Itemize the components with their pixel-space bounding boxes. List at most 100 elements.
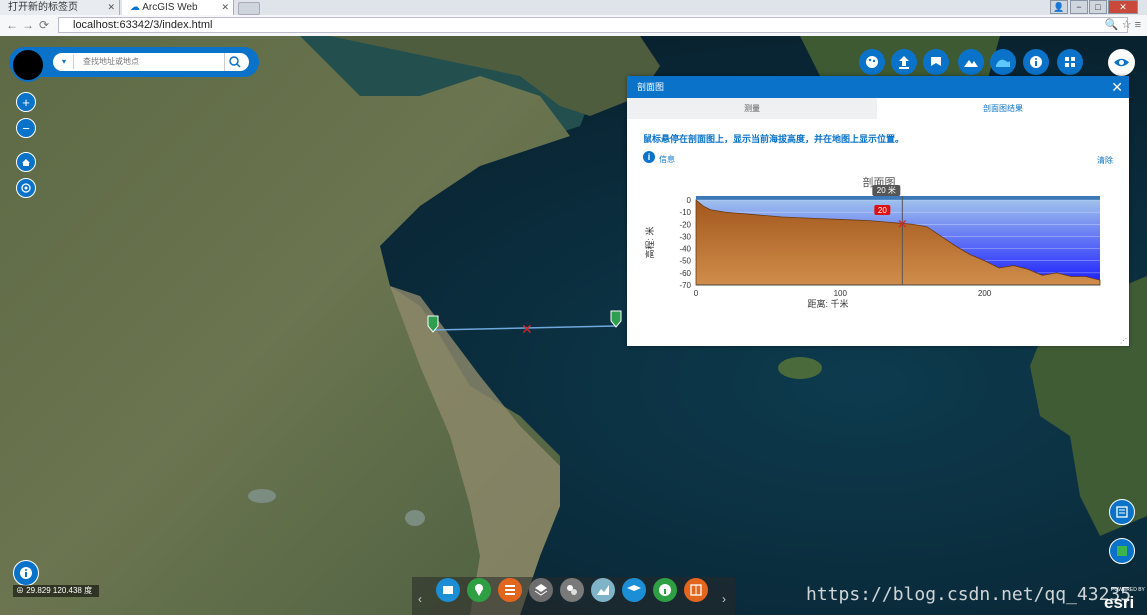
y-tick-label: -30 bbox=[679, 232, 691, 241]
tab-close-icon[interactable]: ✕ bbox=[221, 0, 229, 15]
window-maximize-icon[interactable]: □ bbox=[1089, 0, 1107, 14]
y-tick-label: 0 bbox=[687, 196, 692, 205]
dock-next-arrow-icon[interactable]: › bbox=[722, 592, 726, 606]
dock-info-button[interactable] bbox=[653, 578, 677, 602]
overview-map-button[interactable] bbox=[1109, 538, 1135, 564]
locate-icon bbox=[21, 183, 31, 193]
dock-layers-button[interactable] bbox=[529, 578, 553, 602]
grid-icon bbox=[1065, 57, 1075, 67]
info-link[interactable]: 信息 bbox=[659, 154, 675, 165]
chart-elevation-badge: 20 bbox=[874, 205, 891, 215]
home-button[interactable] bbox=[16, 152, 36, 172]
graduation-cap-icon bbox=[627, 585, 641, 591]
wave-icon bbox=[996, 59, 1010, 67]
chart-cursor-marker-icon: ✕ bbox=[897, 216, 908, 231]
url-input[interactable]: localhost:63342/3/index.html bbox=[58, 17, 1128, 33]
y-tick-label: -60 bbox=[679, 269, 691, 278]
forward-arrow-icon[interactable]: → bbox=[22, 18, 34, 32]
widget-grid-button[interactable] bbox=[1057, 49, 1083, 75]
elevation-profile-panel: 剖面图 ✕ 测量 剖面图结果 鼠标悬停在剖面图上，显示当前海拔高度，并在地图上显… bbox=[627, 76, 1129, 346]
window-close-icon[interactable]: ✕ bbox=[1108, 0, 1138, 14]
dock-location-button[interactable] bbox=[467, 578, 491, 602]
x-tick-label: 200 bbox=[978, 289, 992, 298]
cursor-distance-label: 20 米 bbox=[877, 185, 896, 195]
zoom-star-icons[interactable]: 🔍 ☆ ≡ bbox=[1105, 18, 1141, 31]
panel-close-icon[interactable]: ✕ bbox=[1111, 76, 1123, 98]
split-icon bbox=[690, 584, 702, 596]
chart-sea-level-band bbox=[696, 196, 1100, 200]
about-button[interactable] bbox=[1023, 49, 1049, 75]
tab-profile-result[interactable]: 剖面图结果 bbox=[877, 98, 1129, 119]
cube-icon bbox=[443, 586, 453, 594]
address-bar: ← → ⟳ localhost:63342/3/index.html 🔍 ☆ ≡ bbox=[0, 15, 1147, 37]
elevation-profile-button[interactable] bbox=[958, 49, 984, 75]
bookmark-button[interactable] bbox=[923, 49, 949, 75]
panel-title: 剖面图 bbox=[637, 82, 665, 92]
circles-icon bbox=[567, 585, 577, 595]
chart-x-ticks: 0 100 200 bbox=[694, 289, 992, 298]
y-tick-label: -50 bbox=[679, 257, 691, 266]
dock-education-button[interactable] bbox=[622, 578, 646, 602]
layers-icon bbox=[534, 584, 548, 596]
tab-label: 打开新的标签页 bbox=[8, 2, 78, 13]
y-tick-label: -70 bbox=[679, 281, 691, 290]
dock-list-button[interactable] bbox=[498, 578, 522, 602]
chart-cursor-tag: 20 米 bbox=[872, 185, 901, 196]
attribution-button[interactable] bbox=[13, 560, 39, 586]
search-source-dropdown-icon[interactable]: ▾ bbox=[57, 54, 71, 70]
locate-button[interactable] bbox=[16, 178, 36, 198]
zoom-out-button[interactable]: − bbox=[16, 118, 36, 138]
app-logo bbox=[11, 48, 45, 82]
new-tab-button[interactable] bbox=[238, 2, 260, 15]
info-icon bbox=[659, 584, 671, 596]
hint-text: 鼠标悬停在剖面图上，显示当前海拔高度，并在地图上显示位置。 bbox=[643, 134, 905, 144]
legend-button[interactable] bbox=[1109, 499, 1135, 525]
dock-split-button[interactable] bbox=[684, 578, 708, 602]
upload-button[interactable] bbox=[891, 49, 917, 75]
coordinate-readout: ⊕ 29.829 120.438 度 bbox=[13, 585, 99, 597]
zoom-in-button[interactable]: + bbox=[16, 92, 36, 112]
reload-icon[interactable]: ⟳ bbox=[39, 18, 49, 32]
search-input[interactable]: ▾ 查找地址或地点 bbox=[53, 53, 249, 71]
window-user-icon[interactable]: 👤 bbox=[1050, 0, 1068, 14]
window-minimize-icon[interactable]: − bbox=[1070, 0, 1088, 14]
tab-measure[interactable]: 测量 bbox=[627, 98, 877, 119]
chart-y-axis-label: 高程: 米 bbox=[644, 226, 655, 258]
search-button[interactable] bbox=[224, 53, 245, 71]
dock-query-button[interactable] bbox=[436, 578, 460, 602]
visibility-button[interactable] bbox=[1108, 49, 1135, 76]
dock-analysis-button[interactable] bbox=[560, 578, 584, 602]
info-icon bbox=[1030, 56, 1042, 68]
chart-y-ticks: 0 -10 -20 -30 -40 -50 -60 -70 bbox=[679, 196, 691, 290]
search-placeholder: 查找地址或地点 bbox=[83, 57, 139, 66]
esri-logo: esri bbox=[1104, 593, 1135, 612]
x-tick-label: 100 bbox=[834, 289, 848, 298]
info-icon[interactable]: i bbox=[643, 151, 655, 163]
dock-chart-button[interactable] bbox=[591, 578, 615, 602]
basemap-gallery-button[interactable] bbox=[859, 49, 885, 75]
profile-cursor-marker-icon: ✕ bbox=[521, 321, 533, 337]
dock-prev-arrow-icon[interactable]: ‹ bbox=[418, 592, 422, 606]
clear-button[interactable]: 清除 bbox=[1097, 155, 1113, 166]
arcgis-favicon-icon: ☁ bbox=[130, 2, 140, 13]
coordinate-text: 29.829 120.438 度 bbox=[26, 586, 93, 595]
upload-icon bbox=[899, 56, 909, 69]
home-icon bbox=[22, 159, 30, 166]
browser-tab-arcgis[interactable]: ☁ ArcGIS Web Applic ✕ bbox=[122, 0, 234, 28]
divider bbox=[73, 55, 74, 69]
back-arrow-icon[interactable]: ← bbox=[6, 18, 18, 32]
tab-close-icon[interactable]: ✕ bbox=[107, 0, 115, 15]
browser-tab-newtab[interactable]: 打开新的标签页 ✕ bbox=[0, 0, 120, 15]
url-text: localhost:63342/3/index.html bbox=[73, 19, 213, 31]
resize-handle-icon[interactable]: ⋰ bbox=[1120, 337, 1127, 345]
palette-icon bbox=[866, 56, 878, 68]
layer-swipe-button[interactable] bbox=[990, 49, 1016, 75]
mountain-icon bbox=[964, 60, 978, 67]
panel-tabs: 测量 剖面图结果 bbox=[627, 98, 1129, 119]
browser-tab-strip: 打开新的标签页 ✕ ☁ ArcGIS Web Applic ✕ 👤 − □ ✕ bbox=[0, 0, 1147, 28]
elevation-profile-chart[interactable]: 剖面图 0-10-20-30-40-50-60-70 0 100 200 ✕ 20 … bbox=[627, 171, 1129, 341]
cursor-elevation-label: 20 bbox=[878, 206, 887, 215]
panel-header: 剖面图 ✕ bbox=[627, 76, 1129, 98]
x-tick-label: 0 bbox=[694, 289, 699, 298]
crosshair-icon: ⊕ bbox=[16, 586, 24, 595]
